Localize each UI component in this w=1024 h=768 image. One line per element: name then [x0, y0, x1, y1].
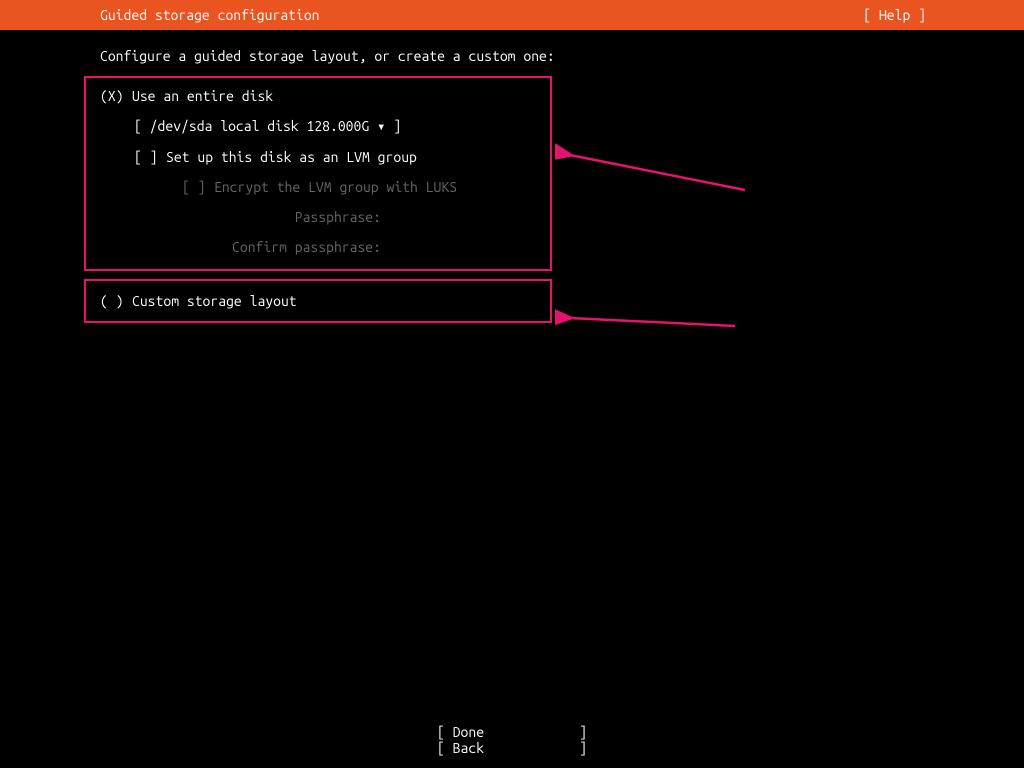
use-entire-disk-label: Use an entire disk — [132, 88, 273, 104]
disk-select-value: /dev/sda local disk 128.000G — [142, 118, 377, 134]
luks-checkbox: [ ] — [182, 179, 214, 195]
annotation-arrow-2 — [555, 296, 745, 346]
passphrase-row: Passphrase: — [86, 209, 550, 225]
content-area: Configure a guided storage layout, or cr… — [0, 30, 1024, 323]
done-button[interactable]: [ Done] — [437, 724, 587, 740]
confirm-passphrase-row: Confirm passphrase: — [86, 239, 550, 255]
lvm-label: Set up this disk as an LVM group — [166, 149, 417, 165]
lvm-row[interactable]: [ ] Set up this disk as an LVM group — [86, 149, 550, 165]
disk-select-row[interactable]: [ /dev/sda local disk 128.000G ▾ ] — [86, 118, 550, 135]
custom-layout-label: Custom storage layout — [132, 293, 297, 309]
luks-row: [ ] Encrypt the LVM group with LUKS — [86, 179, 550, 195]
confirm-passphrase-label: Confirm passphrase: — [100, 239, 385, 255]
back-button[interactable]: [ Back] — [437, 740, 587, 756]
instruction-text: Configure a guided storage layout, or cr… — [100, 48, 1024, 64]
disk-bracket-close: ] — [385, 118, 401, 134]
luks-label: Encrypt the LVM group with LUKS — [214, 179, 457, 195]
disk-bracket-open: [ — [134, 118, 142, 134]
header-bar: Guided storage configuration [ Help ] — [0, 0, 1024, 30]
use-entire-disk-row[interactable]: (X) Use an entire disk — [86, 88, 550, 104]
lvm-checkbox[interactable]: [ ] — [134, 149, 166, 165]
footer-buttons: [ Done] [ Back] — [0, 724, 1024, 756]
passphrase-label: Passphrase: — [100, 209, 385, 225]
annotation-arrow-1 — [555, 130, 755, 200]
entire-disk-option-box: (X) Use an entire disk [ /dev/sda local … — [84, 76, 552, 271]
custom-layout-radio[interactable]: ( ) — [100, 293, 132, 309]
use-entire-disk-radio[interactable]: (X) — [100, 88, 132, 104]
custom-layout-row[interactable]: ( ) Custom storage layout — [86, 293, 550, 309]
help-button[interactable]: [ Help ] — [863, 7, 926, 23]
custom-layout-option-box: ( ) Custom storage layout — [84, 279, 552, 323]
page-title: Guided storage configuration — [100, 7, 320, 23]
